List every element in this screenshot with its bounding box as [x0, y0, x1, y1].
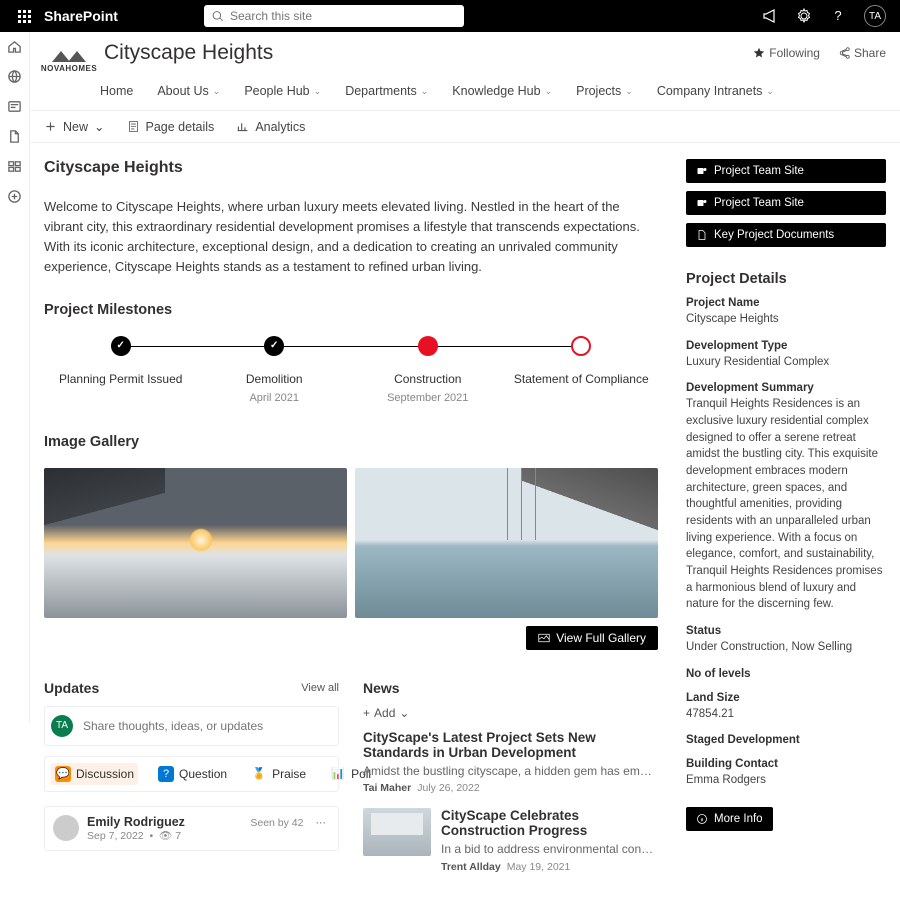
- files-icon[interactable]: [7, 128, 23, 144]
- gallery-image[interactable]: [44, 468, 347, 618]
- key-documents-button[interactable]: Key Project Documents: [686, 223, 886, 247]
- milestone-dot-future: [571, 336, 591, 356]
- chevron-down-icon: ⌄: [399, 706, 409, 720]
- pill-discussion[interactable]: 💬Discussion: [51, 763, 138, 785]
- help-icon[interactable]: ?: [830, 8, 846, 24]
- nav-people[interactable]: People Hub⌄: [244, 78, 321, 104]
- new-button[interactable]: New ⌄: [44, 119, 105, 134]
- chevron-down-icon: ⌄: [545, 86, 553, 97]
- site-logo[interactable]: NOVAHOMES: [44, 38, 94, 82]
- project-details-heading: Project Details: [686, 271, 886, 287]
- post-author: Emily Rodriguez: [87, 815, 185, 829]
- site-title: Cityscape Heights: [104, 41, 273, 65]
- chevron-down-icon: ⌄: [766, 86, 774, 97]
- post-more-icon[interactable]: ⋯: [312, 815, 331, 831]
- share-icon: [838, 47, 850, 59]
- updates-view-all[interactable]: View all: [301, 682, 339, 694]
- page-intro: Welcome to Cityscape Heights, where urba…: [44, 197, 658, 278]
- project-team-site-button[interactable]: Project Team Site: [686, 159, 886, 183]
- nav-home[interactable]: Home: [100, 78, 133, 104]
- search-input[interactable]: [230, 9, 456, 23]
- chevron-down-icon: ⌄: [314, 86, 322, 97]
- plus-icon: +: [363, 706, 370, 720]
- page-details-icon: [127, 120, 140, 133]
- share-update-field[interactable]: [83, 719, 332, 733]
- gallery-icon: [538, 632, 550, 644]
- chevron-down-icon: ⌄: [94, 119, 104, 134]
- create-icon[interactable]: [7, 188, 23, 204]
- nav-knowledge[interactable]: Knowledge Hub⌄: [452, 78, 552, 104]
- star-icon: [753, 47, 765, 59]
- page-details-button[interactable]: Page details: [127, 119, 215, 134]
- news-thumbnail[interactable]: [363, 808, 431, 856]
- chevron-down-icon: ⌄: [213, 86, 221, 97]
- more-info-button[interactable]: More Info: [686, 807, 773, 831]
- app-launcher[interactable]: [8, 0, 40, 32]
- follow-button[interactable]: Following: [753, 46, 820, 60]
- seen-by[interactable]: Seen by 42: [250, 817, 303, 829]
- info-icon: [696, 813, 708, 825]
- settings-icon[interactable]: [796, 8, 812, 24]
- teams-icon: [696, 165, 708, 177]
- search-box[interactable]: [204, 5, 464, 27]
- share-update-input[interactable]: TA: [44, 706, 339, 746]
- view-gallery-button[interactable]: View Full Gallery: [526, 626, 658, 650]
- news-snippet: Amidst the bustling cityscape, a hidden …: [363, 763, 658, 780]
- nav-projects[interactable]: Projects⌄: [576, 78, 633, 104]
- pill-praise[interactable]: 🏅Praise: [247, 763, 310, 785]
- share-button[interactable]: Share: [838, 46, 886, 60]
- lists-icon[interactable]: [7, 158, 23, 174]
- updates-heading: Updates: [44, 680, 99, 696]
- analytics-icon: [236, 120, 249, 133]
- milestones-heading: Project Milestones: [44, 302, 658, 318]
- nav-departments[interactable]: Departments⌄: [345, 78, 428, 104]
- project-team-site-button[interactable]: Project Team Site: [686, 191, 886, 215]
- post-avatar: [53, 815, 79, 841]
- megaphone-icon[interactable]: [762, 8, 778, 24]
- analytics-button[interactable]: Analytics: [236, 119, 305, 134]
- globe-icon[interactable]: [7, 68, 23, 84]
- suite-brand: SharePoint: [44, 8, 118, 24]
- nav-about[interactable]: About Us⌄: [157, 78, 220, 104]
- milestone-dot-done: [264, 336, 284, 356]
- news-icon[interactable]: [7, 98, 23, 114]
- search-icon: [212, 10, 224, 23]
- teams-icon: [696, 197, 708, 209]
- user-avatar[interactable]: TA: [864, 5, 886, 27]
- news-add-button[interactable]: + Add ⌄: [363, 706, 658, 720]
- svg-text:?: ?: [834, 8, 841, 23]
- news-snippet: In a bid to address environmental concer…: [441, 841, 658, 858]
- milestones-timeline: Planning Permit Issued Demolition April …: [44, 336, 658, 404]
- page-title: Cityscape Heights: [44, 159, 658, 177]
- pill-question[interactable]: ?Question: [154, 763, 231, 785]
- news-title[interactable]: CityScape's Latest Project Sets New Stan…: [363, 730, 658, 760]
- gallery-image[interactable]: [355, 468, 658, 618]
- chevron-down-icon: ⌄: [625, 86, 633, 97]
- plus-icon: [44, 120, 57, 133]
- update-post[interactable]: Emily Rodriguez Sep 7, 2022 • 👁 7 Seen b…: [44, 806, 339, 851]
- news-title[interactable]: CityScape Celebrates Construction Progre…: [441, 808, 658, 838]
- chevron-down-icon: ⌄: [421, 86, 429, 97]
- home-icon[interactable]: [7, 38, 23, 54]
- nav-intranets[interactable]: Company Intranets⌄: [657, 78, 774, 104]
- user-avatar-small: TA: [51, 715, 73, 737]
- document-icon: [696, 229, 708, 241]
- news-heading: News: [363, 680, 400, 696]
- milestone-dot-done: [111, 336, 131, 356]
- gallery-heading: Image Gallery: [44, 434, 658, 450]
- milestone-dot-active: [418, 336, 438, 356]
